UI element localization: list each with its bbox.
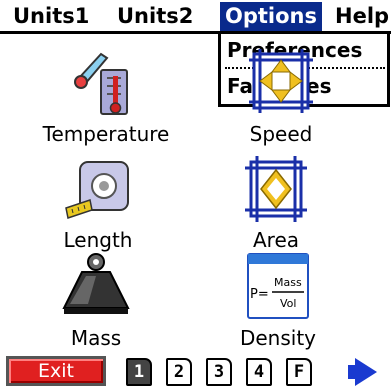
category-temperature[interactable]: Temperature xyxy=(36,40,176,146)
page-button-1[interactable]: 1 xyxy=(126,358,152,386)
density-p-text: P= xyxy=(250,287,269,302)
category-label: Length xyxy=(63,228,133,252)
category-mass[interactable]: Mass xyxy=(26,250,166,356)
weight-icon xyxy=(62,253,130,314)
speed-arrows-icon xyxy=(249,49,313,113)
category-label: Temperature xyxy=(42,122,170,146)
page-button-2[interactable]: 2 xyxy=(166,358,192,386)
category-label: Density xyxy=(239,326,317,350)
category-area[interactable]: Area xyxy=(206,150,346,256)
category-label: Mass xyxy=(70,326,122,350)
density-formula-icon: P= Mass Vol xyxy=(247,253,309,319)
menu-help[interactable]: Help xyxy=(330,2,391,31)
category-length[interactable]: Length xyxy=(28,150,168,256)
exit-button[interactable]: Exit xyxy=(6,356,106,386)
menu-options[interactable]: Options xyxy=(220,2,322,31)
menu-bar: Units1 Units2 Options Help xyxy=(0,0,391,34)
page-button-3[interactable]: 3 xyxy=(206,358,232,386)
category-density[interactable]: P= Mass Vol Density xyxy=(208,250,348,356)
thermometer-icon xyxy=(74,52,128,115)
category-label: Area xyxy=(252,228,300,252)
category-speed[interactable]: Speed xyxy=(211,40,351,146)
tape-measure-icon xyxy=(65,161,129,219)
density-numerator-text: Mass xyxy=(274,276,302,289)
menu-units2[interactable]: Units2 xyxy=(112,2,198,31)
next-arrow-icon[interactable] xyxy=(355,358,377,386)
page-button-4[interactable]: 4 xyxy=(246,358,272,386)
density-denominator-text: Vol xyxy=(280,297,296,310)
bottom-bar: Exit 1 2 3 4 F xyxy=(0,350,391,392)
page-button-favorites[interactable]: F xyxy=(286,358,312,386)
area-icon xyxy=(245,156,307,222)
category-label: Speed xyxy=(249,122,313,146)
menu-units1[interactable]: Units1 xyxy=(8,2,94,31)
